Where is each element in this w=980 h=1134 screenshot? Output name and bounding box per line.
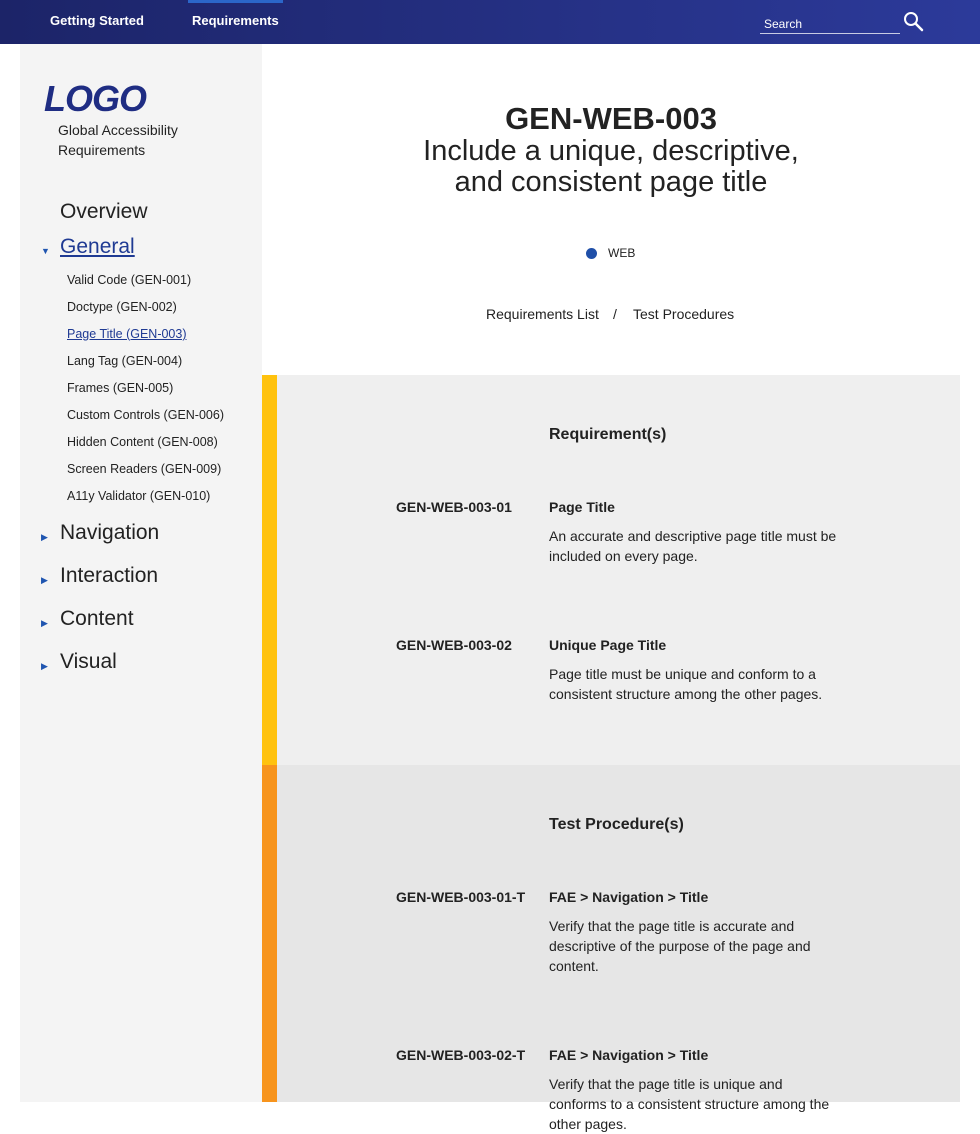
test-text: Verify that the page title is unique and… (549, 1076, 830, 1132)
collapsed-triangle-icon: ▶ (41, 575, 48, 585)
tab-getting-started[interactable]: Getting Started (50, 0, 144, 44)
top-navigation-bar: Getting Started Requirements (0, 0, 980, 44)
test-id: GEN-WEB-003-01-T (396, 889, 526, 905)
test-procedures-section: Test Procedure(s) GEN-WEB-003-01-T FAE >… (262, 765, 960, 1132)
page-code-title: GEN-WEB-003 (505, 101, 717, 136)
requirement-text: An accurate and descriptive page title m… (549, 528, 837, 564)
web-tag-dot (586, 248, 597, 259)
link-test-procedures[interactable]: Test Procedures (633, 306, 734, 322)
requirement-title: Unique Page Title (549, 637, 667, 653)
breadcrumb-separator: / (613, 306, 617, 322)
tab-requirements[interactable]: Requirements (188, 0, 283, 44)
test-title: FAE > Navigation > Title (549, 1047, 709, 1063)
sidebar-item-visual[interactable]: Visual (60, 650, 117, 674)
requirement-title: Page Title (549, 499, 615, 515)
collapsed-triangle-icon: ▶ (41, 532, 48, 542)
sidebar-subitem-a11y-validator[interactable]: A11y Validator (GEN-010) (67, 489, 210, 503)
sidebar-subitem-page-title[interactable]: Page Title (GEN-003) (67, 327, 187, 341)
requirement-id: GEN-WEB-003-02 (396, 637, 512, 653)
search-icon[interactable] (902, 10, 926, 34)
test-id: GEN-WEB-003-02-T (396, 1047, 526, 1063)
requirements-section: Requirement(s) GEN-WEB-003-01 Page Title… (262, 375, 960, 765)
sidebar-subitem-hidden-content[interactable]: Hidden Content (GEN-008) (67, 435, 218, 449)
platform-tag: WEB (608, 246, 636, 260)
search-input[interactable] (760, 10, 900, 33)
sidebar-item-overview[interactable]: Overview (60, 200, 148, 224)
page-title: Include a unique, descriptive, and consi… (423, 135, 799, 198)
sidebar: LOGO Global Accessibility Requirements O… (20, 44, 262, 1102)
sidebar-subitem-valid-code[interactable]: Valid Code (GEN-001) (67, 273, 191, 287)
sidebar-item-general[interactable]: General (60, 235, 135, 259)
test-title: FAE > Navigation > Title (549, 889, 709, 905)
sidebar-item-content[interactable]: Content (60, 607, 134, 631)
sidebar-item-interaction[interactable]: Interaction (60, 564, 158, 588)
sidebar-subitem-custom-controls[interactable]: Custom Controls (GEN-006) (67, 408, 224, 422)
link-requirements-list[interactable]: Requirements List (486, 306, 599, 322)
collapsed-triangle-icon: ▶ (41, 618, 48, 628)
sidebar-subitem-screen-readers[interactable]: Screen Readers (GEN-009) (67, 462, 221, 476)
expanded-triangle-icon: ▼ (41, 246, 50, 256)
search-field-wrapper (760, 10, 900, 34)
sidebar-subitem-lang-tag[interactable]: Lang Tag (GEN-004) (67, 354, 182, 368)
collapsed-triangle-icon: ▶ (41, 661, 48, 671)
test-text: Verify that the page title is accurate a… (549, 918, 811, 974)
sidebar-subitem-frames[interactable]: Frames (GEN-005) (67, 381, 173, 395)
requirement-id: GEN-WEB-003-01 (396, 499, 512, 515)
test-procedures-accent-bar (262, 765, 277, 1102)
test-procedures-heading: Test Procedure(s) (549, 816, 684, 833)
logo[interactable]: LOGO (44, 78, 147, 120)
requirements-accent-bar (262, 375, 277, 765)
requirement-text: Page title must be unique and conform to… (549, 666, 823, 702)
sidebar-subitem-doctype[interactable]: Doctype (GEN-002) (67, 300, 177, 314)
requirements-heading: Requirement(s) (549, 426, 667, 443)
site-subtitle: Global Accessibility Requirements (58, 122, 178, 158)
sidebar-item-navigation[interactable]: Navigation (60, 521, 159, 545)
